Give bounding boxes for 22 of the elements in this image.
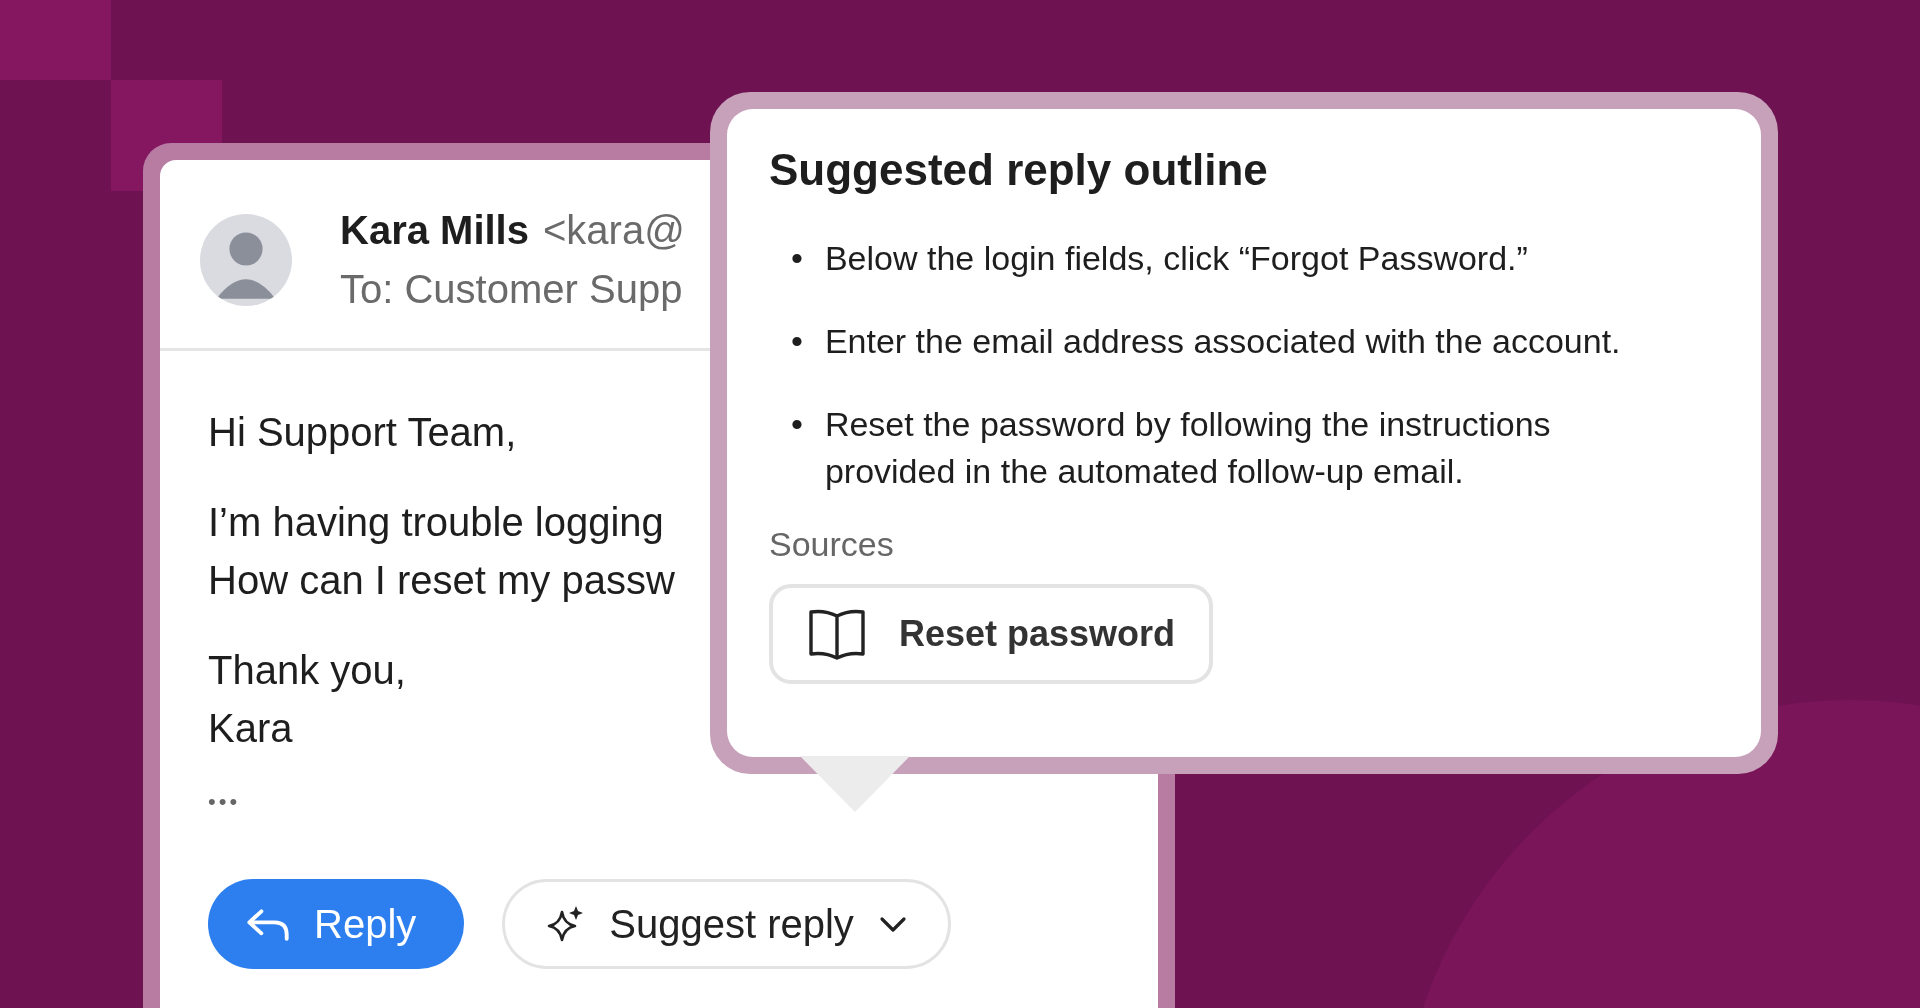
popup-title: Suggested reply outline xyxy=(769,145,1269,195)
outline-item: Below the login fields, click “Forgot Password.” xyxy=(824,238,1528,279)
bullet-marker: • xyxy=(791,404,803,445)
bullet-marker: • xyxy=(791,321,803,362)
more-dots[interactable]: ••• xyxy=(208,789,241,815)
recipient-line: To: Customer Supp xyxy=(340,267,684,312)
source-button[interactable]: Reset password xyxy=(769,584,1214,684)
book-icon xyxy=(807,608,867,660)
message-text: Kara xyxy=(208,705,293,752)
suggest-reply-button[interactable]: Suggest reply xyxy=(502,879,951,969)
message-text: Thank you, xyxy=(208,647,406,694)
message-text: Hi Support Team, xyxy=(208,409,517,456)
outline-item: Reset the password by following the instructions provided in the automated follow-up email. xyxy=(824,404,1552,492)
reply-button[interactable]: Reply xyxy=(208,879,465,969)
message-text: How can I reset my passw xyxy=(208,557,675,604)
sender-address: <kara@ xyxy=(542,208,685,253)
outline-item: Enter the email address associated with the account. xyxy=(824,321,1621,362)
message-text: I’m having trouble logging xyxy=(208,499,664,546)
bullet-marker: • xyxy=(791,238,803,279)
sources-label: Sources xyxy=(769,525,895,564)
sender-name: Kara Mills xyxy=(340,208,529,253)
reply-arrow-icon xyxy=(246,907,290,941)
